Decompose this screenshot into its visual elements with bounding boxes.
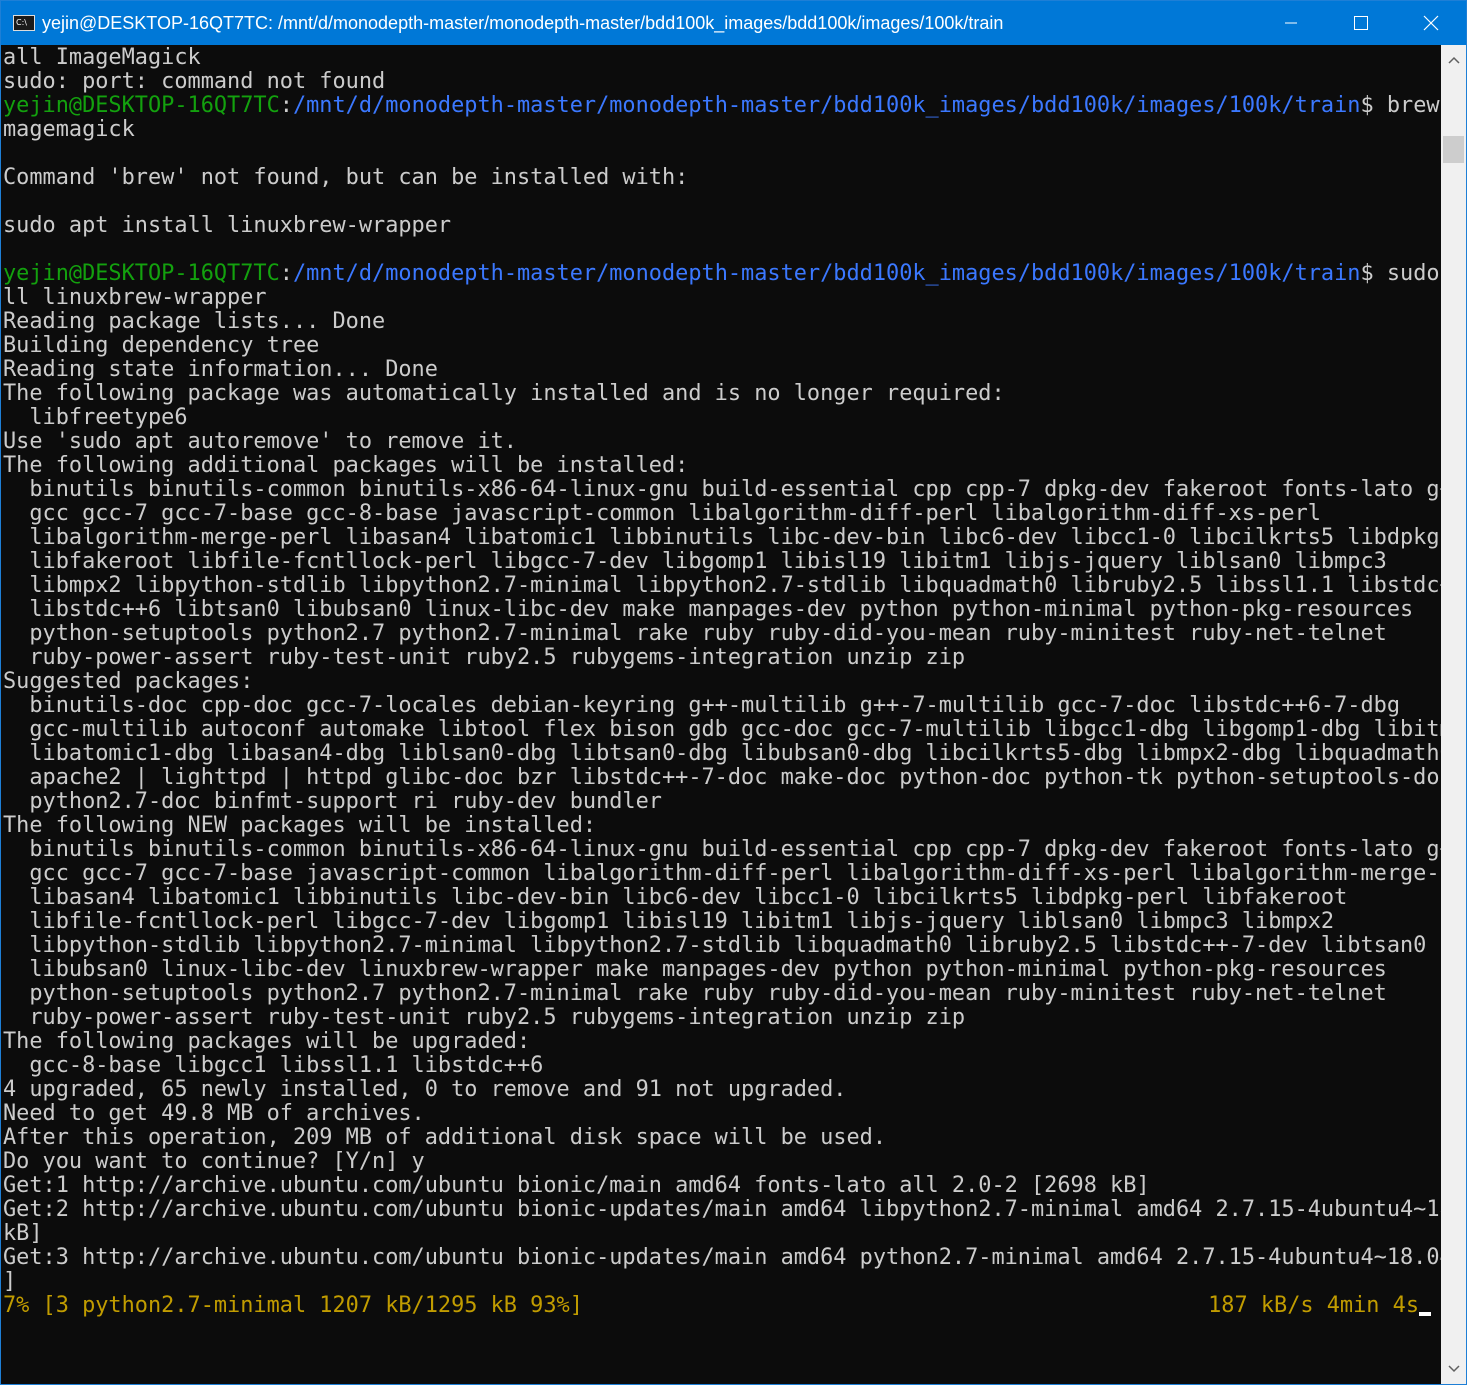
vertical-scrollbar[interactable] <box>1441 45 1466 1384</box>
prompt-path: /mnt/d/monodepth-master/monodepth-master… <box>292 261 1361 286</box>
output-line: gcc-8-base libgcc1 libssl1.1 libstdc++6 <box>3 1053 544 1078</box>
prompt-line: yejin@DESKTOP-16QT7TC:/mnt/d/monodepth-m… <box>3 94 1441 118</box>
prompt-symbol: $ <box>1360 93 1374 118</box>
output-line: binutils binutils-common binutils-x86-64… <box>3 837 1441 862</box>
output-line: sudo apt install linuxbrew-wrapper <box>3 213 452 238</box>
prompt-separator: : <box>279 93 293 118</box>
prompt-user-host: yejin@DESKTOP-16QT7TC <box>3 93 280 118</box>
scroll-up-button[interactable] <box>1441 45 1466 75</box>
output-line: The following NEW packages will be insta… <box>3 813 597 838</box>
output-line: Use 'sudo apt autoremove' to remove it. <box>3 429 517 454</box>
maximize-icon <box>1354 16 1368 30</box>
minimize-icon <box>1285 22 1297 24</box>
output-line: Building dependency tree <box>3 333 320 358</box>
output-line: 4 upgraded, 65 newly installed, 0 to rem… <box>3 1077 847 1102</box>
output-line: Command 'brew' not found, but can be ins… <box>3 165 689 190</box>
close-button[interactable] <box>1396 1 1466 45</box>
output-line: libmpx2 libpython-stdlib libpython2.7-mi… <box>3 573 1441 598</box>
output-line: gcc gcc-7 gcc-7-base javascript-common l… <box>3 861 1441 886</box>
prompt-user-host: yejin@DESKTOP-16QT7TC <box>3 261 280 286</box>
output-line: python2.7-doc binfmt-support ri ruby-dev… <box>3 789 662 814</box>
prompt-path: /mnt/d/monodepth-master/monodepth-master… <box>292 93 1361 118</box>
output-line: libfakeroot libfile-fcntllock-perl libgc… <box>3 549 1387 574</box>
output-line: ruby-power-assert ruby-test-unit ruby2.5… <box>3 645 966 670</box>
terminal-output[interactable]: all ImageMagick sudo: port: command not f… <box>1 45 1441 1384</box>
output-line: gcc gcc-7 gcc-7-base gcc-8-base javascri… <box>3 501 1321 526</box>
minimize-button[interactable] <box>1256 1 1326 45</box>
output-line: apache2 | lighttpd | httpd glibc-doc bzr… <box>3 765 1441 790</box>
output-line: ll linuxbrew-wrapper <box>3 285 267 310</box>
output-line: libpython-stdlib libpython2.7-minimal li… <box>3 933 1427 958</box>
prompt-separator: : <box>279 261 293 286</box>
output-line: libstdc++6 libtsan0 libubsan0 linux-libc… <box>3 597 1414 622</box>
output-line: Do you want to continue? [Y/n] y <box>3 1149 425 1174</box>
output-line: binutils binutils-common binutils-x86-64… <box>3 477 1441 502</box>
output-line: The following additional packages will b… <box>3 453 689 478</box>
window-title: yejin@DESKTOP-16QT7TC: /mnt/d/monodepth-… <box>42 12 1004 33</box>
output-line: libubsan0 linux-libc-dev linuxbrew-wrapp… <box>3 957 1387 982</box>
output-line: magemagick <box>3 117 135 142</box>
progress-line: 7% [3 python2.7-minimal 1207 kB/1295 kB … <box>3 1294 583 1318</box>
prompt-command: sudo apt insta <box>1386 261 1440 286</box>
close-icon <box>1423 15 1439 31</box>
output-line: libalgorithm-merge-perl libasan4 libatom… <box>3 525 1441 550</box>
output-line: python-setuptools python2.7 python2.7-mi… <box>3 981 1387 1006</box>
output-line: After this operation, 209 MB of addition… <box>3 1125 887 1150</box>
output-line: libfreetype6 <box>3 405 188 430</box>
output-line: Get:2 http://archive.ubuntu.com/ubuntu b… <box>3 1197 1441 1222</box>
console-app-icon[interactable] <box>13 15 35 31</box>
output-line: Reading package lists... Done <box>3 309 386 334</box>
output-line: Reading state information... Done <box>3 357 438 382</box>
output-line: sudo: port: command not found <box>3 69 386 94</box>
output-line: Suggested packages: <box>3 669 254 694</box>
progress-rate: 187 kB/s 4min 4s <box>1208 1293 1419 1318</box>
prompt-command: brew install i <box>1386 93 1440 118</box>
scroll-thumb[interactable] <box>1443 136 1464 163</box>
progress-rate-line: 187 kB/s 4min 4s <box>1208 1294 1431 1318</box>
arrow-up-icon <box>1447 56 1460 64</box>
text-cursor <box>1419 1312 1431 1316</box>
output-line: Get:3 http://archive.ubuntu.com/ubuntu b… <box>3 1245 1441 1270</box>
maximize-button[interactable] <box>1326 1 1396 45</box>
output-line: libatomic1-dbg libasan4-dbg liblsan0-dbg… <box>3 741 1441 766</box>
output-line: python-setuptools python2.7 python2.7-mi… <box>3 621 1387 646</box>
output-line: kB] <box>3 1221 43 1246</box>
scroll-down-button[interactable] <box>1441 1354 1466 1384</box>
console-window: yejin@DESKTOP-16QT7TC: /mnt/d/monodepth-… <box>0 0 1467 1385</box>
output-line: all ImageMagick <box>3 45 201 70</box>
output-line: ruby-power-assert ruby-test-unit ruby2.5… <box>3 1005 966 1030</box>
output-line: libfile-fcntllock-perl libgcc-7-dev libg… <box>3 909 1335 934</box>
output-line: gcc-multilib autoconf automake libtool f… <box>3 717 1441 742</box>
arrow-down-icon <box>1447 1365 1460 1373</box>
title-bar[interactable]: yejin@DESKTOP-16QT7TC: /mnt/d/monodepth-… <box>1 1 1466 45</box>
output-line: The following packages will be upgraded: <box>3 1029 531 1054</box>
output-line: libasan4 libatomic1 libbinutils libc-dev… <box>3 885 1348 910</box>
output-line: Get:1 http://archive.ubuntu.com/ubuntu b… <box>3 1173 1150 1198</box>
output-line: Need to get 49.8 MB of archives. <box>3 1101 425 1126</box>
prompt-line: yejin@DESKTOP-16QT7TC:/mnt/d/monodepth-m… <box>3 262 1441 286</box>
window-controls <box>1256 1 1466 45</box>
output-line: binutils-doc cpp-doc gcc-7-locales debia… <box>3 693 1401 718</box>
prompt-symbol: $ <box>1360 261 1374 286</box>
output-line: ] <box>3 1269 17 1294</box>
progress-status: 7% [3 python2.7-minimal 1207 kB/1295 kB … <box>3 1293 583 1318</box>
output-line: The following package was automatically … <box>3 381 1005 406</box>
